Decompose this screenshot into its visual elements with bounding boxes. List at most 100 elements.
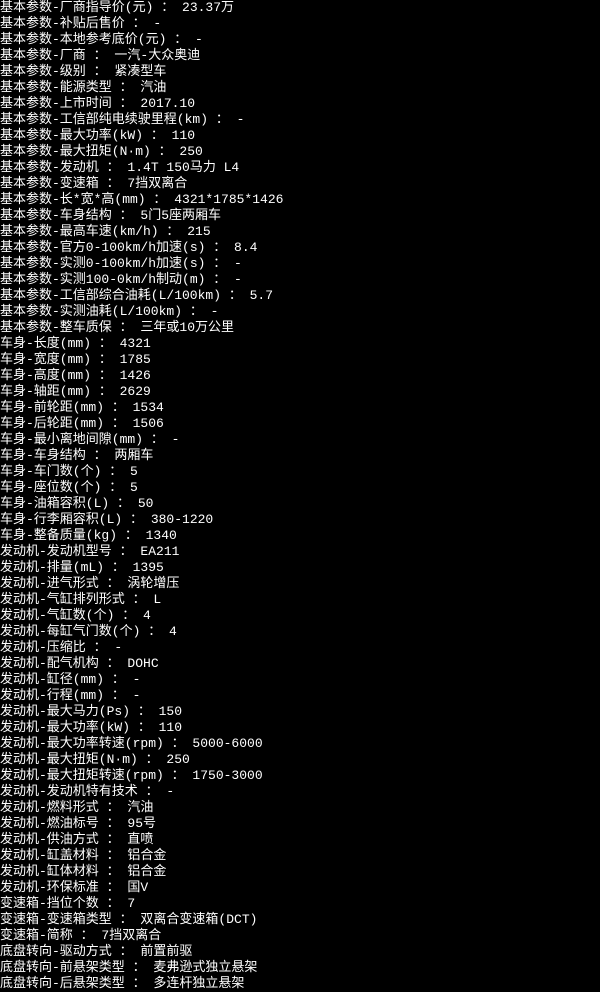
- spec-separator: ：: [91, 368, 120, 383]
- spec-label: 车身-高度(mm): [0, 368, 91, 383]
- spec-separator: ：: [99, 576, 128, 591]
- spec-separator: ：: [112, 208, 141, 223]
- spec-label: 底盘转向-前悬架类型: [0, 960, 125, 975]
- spec-row: 基本参数-实测0-100km/h加速(s) ： -: [0, 256, 600, 272]
- spec-row: 发动机-气缸数(个) ： 4: [0, 608, 600, 624]
- spec-label: 发动机-压缩比: [0, 640, 86, 655]
- spec-row: 车身-整备质量(kg) ： 1340: [0, 528, 600, 544]
- spec-row: 基本参数-厂商指导价(元) ： 23.37万: [0, 0, 600, 16]
- spec-value: 5门5座两厢车: [140, 208, 221, 223]
- spec-value: 110: [159, 720, 182, 735]
- spec-value: 5: [130, 480, 138, 495]
- spec-separator: ：: [143, 128, 172, 143]
- spec-row: 发动机-燃油标号 ： 95号: [0, 816, 600, 832]
- spec-label: 底盘转向-后悬架类型: [0, 976, 125, 991]
- spec-row: 发动机-最大功率转速(rpm) ： 5000-6000: [0, 736, 600, 752]
- spec-row: 变速箱-挡位个数 ： 7: [0, 896, 600, 912]
- spec-label: 基本参数-实测0-100km/h加速(s): [0, 256, 205, 271]
- spec-value: -: [166, 784, 174, 799]
- spec-separator: ：: [91, 384, 120, 399]
- spec-label: 基本参数-最大扭矩(N·m): [0, 144, 151, 159]
- spec-label: 基本参数-整车质保: [0, 320, 112, 335]
- spec-value: DOHC: [127, 656, 158, 671]
- spec-separator: ：: [104, 416, 133, 431]
- spec-value: 涡轮增压: [127, 576, 179, 591]
- spec-label: 发动机-气缸数(个): [0, 608, 114, 623]
- spec-row: 基本参数-实测油耗(L/100km) ： -: [0, 304, 600, 320]
- spec-separator: ：: [99, 848, 128, 863]
- spec-row: 变速箱-简称 ： 7挡双离合: [0, 928, 600, 944]
- spec-separator: ：: [112, 912, 141, 927]
- spec-separator: ：: [140, 624, 169, 639]
- spec-separator: ：: [138, 784, 167, 799]
- spec-label: 车身-轴距(mm): [0, 384, 91, 399]
- spec-label: 基本参数-长*宽*高(mm): [0, 192, 146, 207]
- spec-label: 车身-车身结构: [0, 448, 86, 463]
- spec-label: 发动机-最大功率(kW): [0, 720, 130, 735]
- spec-row: 基本参数-厂商 ： 一汽-大众奥迪: [0, 48, 600, 64]
- spec-separator: ：: [151, 144, 180, 159]
- spec-row: 底盘转向-驱动方式 ： 前置前驱: [0, 944, 600, 960]
- spec-row: 基本参数-最大扭矩(N·m) ： 250: [0, 144, 600, 160]
- spec-separator: ：: [153, 0, 182, 15]
- spec-separator: ：: [99, 800, 128, 815]
- spec-value: 7: [127, 896, 135, 911]
- spec-value: 三年或10万公里: [140, 320, 234, 335]
- spec-separator: ：: [125, 592, 154, 607]
- spec-separator: ：: [73, 928, 102, 943]
- spec-value: L: [153, 592, 161, 607]
- spec-value: 4321*1785*1426: [174, 192, 283, 207]
- spec-value: 4: [169, 624, 177, 639]
- spec-row: 车身-前轮距(mm) ： 1534: [0, 400, 600, 416]
- spec-label: 基本参数-最大功率(kW): [0, 128, 143, 143]
- spec-value: 380-1220: [151, 512, 213, 527]
- spec-value: 直喷: [127, 832, 153, 847]
- spec-label: 发动机-燃料形式: [0, 800, 99, 815]
- spec-separator: ：: [166, 32, 195, 47]
- spec-label: 发动机-最大马力(Ps): [0, 704, 130, 719]
- spec-row: 车身-后轮距(mm) ： 1506: [0, 416, 600, 432]
- spec-label: 车身-车门数(个): [0, 464, 101, 479]
- spec-row: 发动机-最大马力(Ps) ： 150: [0, 704, 600, 720]
- spec-row: 发动机-最大功率(kW) ： 110: [0, 720, 600, 736]
- spec-row: 基本参数-补贴后售价 ： -: [0, 16, 600, 32]
- spec-value: 250: [166, 752, 189, 767]
- spec-value: 1785: [120, 352, 151, 367]
- spec-label: 底盘转向-驱动方式: [0, 944, 112, 959]
- spec-value: -: [237, 112, 245, 127]
- spec-row: 发动机-燃料形式 ： 汽油: [0, 800, 600, 816]
- spec-separator: ：: [91, 336, 120, 351]
- spec-separator: ：: [104, 688, 133, 703]
- spec-value: 1340: [146, 528, 177, 543]
- spec-row: 基本参数-最大功率(kW) ： 110: [0, 128, 600, 144]
- spec-row: 发动机-环保标准 ： 国V: [0, 880, 600, 896]
- spec-separator: ：: [99, 656, 128, 671]
- spec-separator: ：: [86, 640, 115, 655]
- spec-value: 1.4T 150马力 L4: [127, 160, 239, 175]
- spec-label: 发动机-燃油标号: [0, 816, 99, 831]
- spec-label: 发动机-进气形式: [0, 576, 99, 591]
- spec-label: 发动机-最大功率转速(rpm): [0, 736, 164, 751]
- spec-label: 发动机-缸盖材料: [0, 848, 99, 863]
- spec-separator: ：: [104, 400, 133, 415]
- spec-label: 车身-长度(mm): [0, 336, 91, 351]
- spec-label: 发动机-发动机型号: [0, 544, 112, 559]
- spec-row: 基本参数-上市时间 ： 2017.10: [0, 96, 600, 112]
- spec-separator: ：: [99, 896, 128, 911]
- spec-value: 7挡双离合: [127, 176, 187, 191]
- spec-separator: ：: [112, 80, 141, 95]
- spec-label: 基本参数-本地参考底价(元): [0, 32, 166, 47]
- spec-row: 基本参数-车身结构 ： 5门5座两厢车: [0, 208, 600, 224]
- spec-value: 5000-6000: [192, 736, 262, 751]
- spec-row: 基本参数-长*宽*高(mm) ： 4321*1785*1426: [0, 192, 600, 208]
- spec-label: 变速箱-挡位个数: [0, 896, 99, 911]
- spec-row: 发动机-配气机构 ： DOHC: [0, 656, 600, 672]
- spec-label: 基本参数-补贴后售价: [0, 16, 125, 31]
- spec-value: 4: [143, 608, 151, 623]
- spec-value: 1534: [133, 400, 164, 415]
- spec-value: -: [211, 304, 219, 319]
- spec-row: 基本参数-发动机 ： 1.4T 150马力 L4: [0, 160, 600, 176]
- spec-label: 基本参数-级别: [0, 64, 86, 79]
- spec-separator: ：: [112, 320, 141, 335]
- spec-label: 车身-最小离地间隙(mm): [0, 432, 143, 447]
